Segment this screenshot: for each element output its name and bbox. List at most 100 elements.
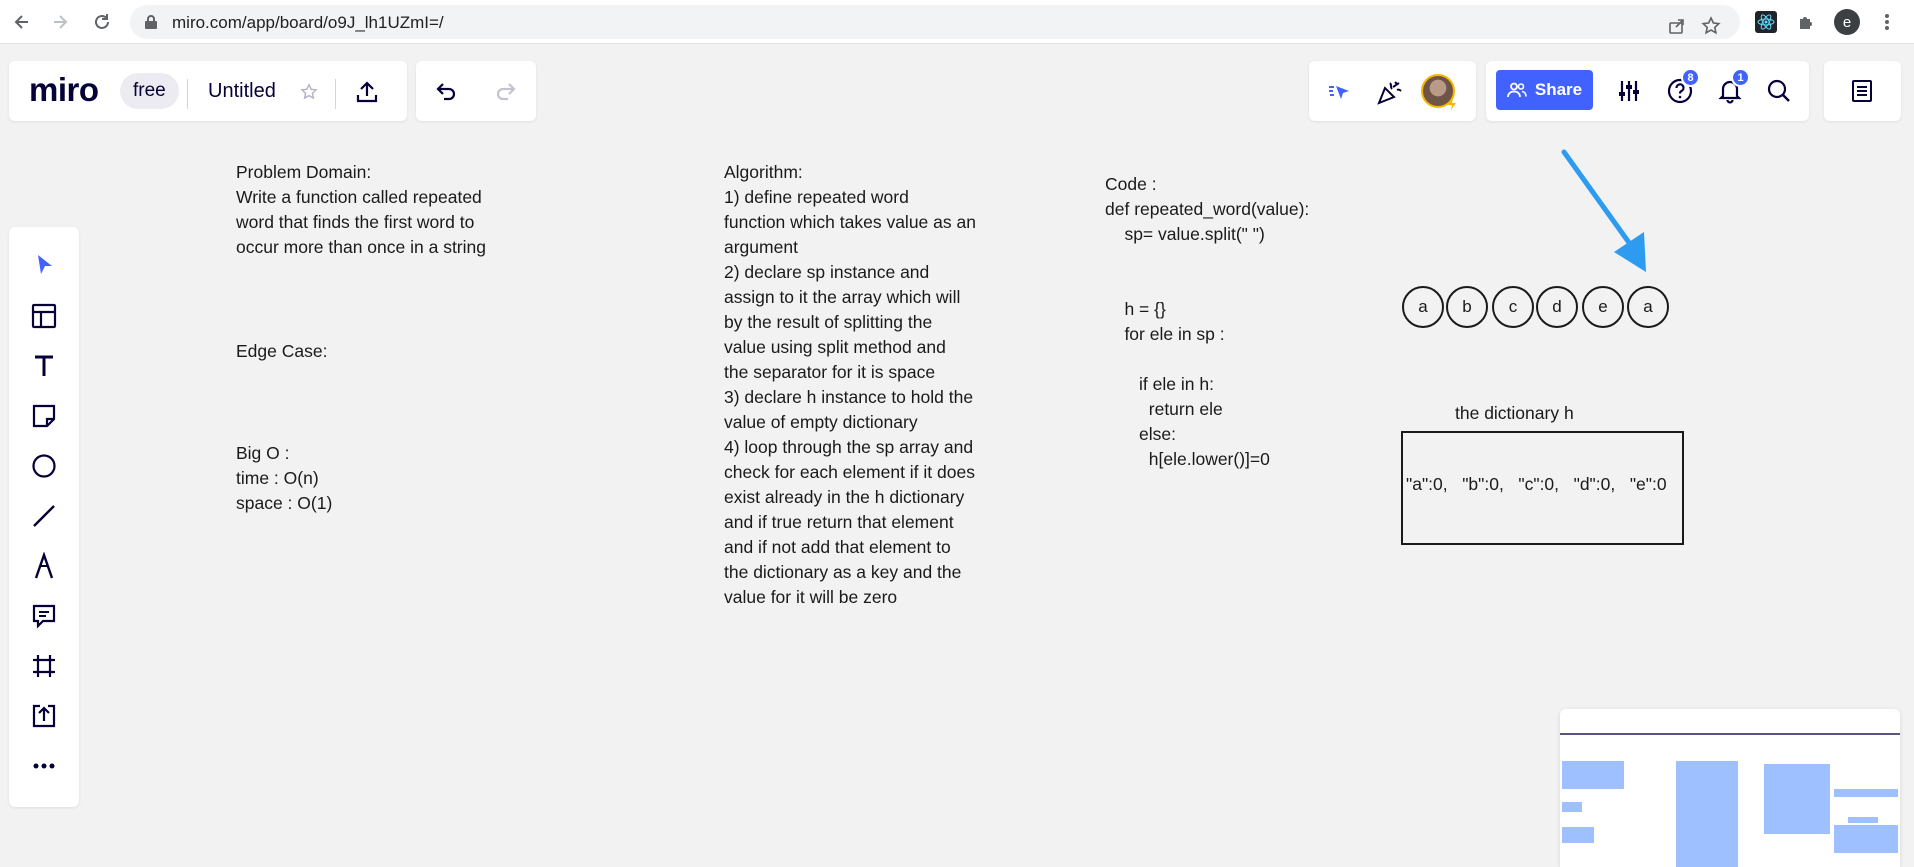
profile-avatar[interactable]: e — [1834, 9, 1860, 35]
minimap-block — [1848, 817, 1878, 823]
array-element-circle[interactable]: d — [1536, 286, 1578, 328]
undo-icon[interactable] — [432, 77, 460, 105]
shape-circle-icon[interactable] — [28, 450, 60, 482]
text-line: occur more than once in a string — [236, 237, 486, 257]
minimap-block — [1562, 761, 1624, 789]
frame-icon[interactable] — [28, 650, 60, 682]
lock-icon — [144, 14, 158, 35]
browser-menu-icon[interactable] — [1874, 9, 1900, 35]
users-icon — [1506, 82, 1527, 98]
export-icon[interactable] — [353, 78, 381, 106]
minimap[interactable] — [1560, 709, 1900, 867]
text-line: value of empty dictionary — [724, 412, 918, 432]
code-line: for ele in sp : — [1105, 324, 1225, 344]
templates-icon[interactable] — [28, 300, 60, 332]
array-element-circle[interactable]: a — [1402, 286, 1444, 328]
text-line: space : O(1) — [236, 493, 333, 513]
code-line: def repeated_word(value): — [1105, 199, 1310, 219]
upload-icon[interactable] — [28, 700, 60, 732]
help-badge: 8 — [1681, 68, 1700, 87]
history-panel — [416, 61, 536, 121]
text-line: 2) declare sp instance and — [724, 262, 930, 282]
minimap-block — [1834, 789, 1898, 797]
text-line: Write a function called repeated — [236, 187, 482, 207]
text-line: Algorithm: — [724, 162, 803, 182]
problem-domain-text[interactable]: Problem Domain: Write a function called … — [236, 160, 486, 260]
board-notes-icon[interactable] — [1848, 77, 1876, 105]
redo-icon[interactable] — [492, 77, 520, 105]
browser-chrome: miro.com/app/board/o9J_lh1UZmI=/ e — [0, 0, 1914, 44]
reload-icon[interactable] — [88, 8, 116, 36]
minimap-block — [1834, 825, 1898, 853]
back-icon[interactable] — [8, 8, 36, 36]
text-line: value using split method and — [724, 337, 946, 357]
text-line: and if not add that element to — [724, 537, 951, 557]
minimap-block — [1562, 802, 1582, 812]
text-line: assign to it the array which will — [724, 287, 961, 307]
url-text: miro.com/app/board/o9J_lh1UZmI=/ — [172, 13, 444, 32]
board-header-panel: miro free Untitled — [9, 61, 407, 121]
comment-icon[interactable] — [28, 600, 60, 632]
code-line: if ele in h: — [1105, 374, 1214, 394]
share-page-icon[interactable] — [1664, 13, 1690, 39]
lightning-icon — [1445, 97, 1459, 111]
text-line: Problem Domain: — [236, 162, 372, 182]
minimap-block — [1676, 761, 1738, 867]
notifications-badge: 1 — [1731, 68, 1750, 87]
notes-panel — [1824, 61, 1901, 121]
code-line: sp= value.split(" ") — [1105, 224, 1265, 244]
code-line: Code : — [1105, 174, 1157, 194]
pointer-arrow[interactable] — [1550, 148, 1660, 278]
dictionary-label[interactable]: the dictionary h — [1455, 403, 1574, 424]
minimap-block — [1764, 764, 1830, 834]
text-line: Big O : — [236, 443, 290, 463]
search-icon[interactable] — [1764, 76, 1794, 106]
select-cursor-icon[interactable] — [28, 249, 60, 281]
line-tool-icon[interactable] — [28, 500, 60, 532]
dictionary-content: "a":0, "b":0, "c":0, "d":0, "e":0 — [1406, 474, 1667, 494]
divider — [335, 79, 336, 109]
code-text[interactable]: Code : def repeated_word(value): sp= val… — [1105, 172, 1309, 472]
text-line: check for each element if it does — [724, 462, 975, 482]
edge-case-text[interactable]: Edge Case: — [236, 339, 327, 364]
text-line: function which takes value as an — [724, 212, 976, 232]
creation-toolbar — [9, 227, 79, 807]
array-element-circle[interactable]: a — [1627, 286, 1669, 328]
text-line: exist already in the h dictionary — [724, 487, 965, 507]
miro-logo[interactable]: miro — [29, 71, 99, 109]
big-o-text[interactable]: Big O : time : O(n) space : O(1) — [236, 441, 332, 516]
board-title[interactable]: Untitled — [208, 80, 276, 103]
celebrate-icon[interactable] — [1373, 76, 1405, 108]
array-element-circle[interactable]: c — [1492, 286, 1534, 328]
star-icon[interactable] — [298, 81, 320, 103]
plan-badge[interactable]: free — [120, 73, 179, 109]
minimap-block — [1562, 827, 1594, 843]
extensions-puzzle-icon[interactable] — [1793, 9, 1819, 35]
text-line: the separator for it is space — [724, 362, 936, 382]
array-element-circle[interactable]: b — [1446, 286, 1488, 328]
sticky-note-icon[interactable] — [28, 400, 60, 432]
collaboration-panel — [1309, 61, 1476, 121]
code-line: h[ele.lower()]=0 — [1105, 449, 1270, 469]
share-button[interactable]: Share — [1496, 70, 1593, 110]
text-line: 3) declare h instance to hold the — [724, 387, 974, 407]
array-element-circle[interactable]: e — [1582, 286, 1624, 328]
text-line: and if true return that element — [724, 512, 954, 532]
address-bar[interactable]: miro.com/app/board/o9J_lh1UZmI=/ — [130, 5, 1740, 39]
text-line: 4) loop through the sp array and — [724, 437, 974, 457]
text-line: word that finds the first word to — [236, 212, 475, 232]
bookmark-star-icon[interactable] — [1698, 13, 1724, 39]
forward-icon[interactable] — [46, 8, 74, 36]
settings-sliders-icon[interactable] — [1614, 76, 1644, 106]
algorithm-text[interactable]: Algorithm: 1) define repeated word funct… — [724, 160, 976, 610]
more-tools-icon[interactable] — [28, 750, 60, 782]
text-line: by the result of splitting the — [724, 312, 933, 332]
pen-tool-icon[interactable] — [28, 550, 60, 582]
react-extension-icon[interactable] — [1753, 9, 1779, 35]
code-line: return ele — [1105, 399, 1223, 419]
text-line: 1) define repeated word — [724, 187, 909, 207]
cursor-follow-icon[interactable] — [1325, 77, 1355, 107]
text-tool-icon[interactable] — [28, 350, 60, 382]
text-line: argument — [724, 237, 798, 257]
